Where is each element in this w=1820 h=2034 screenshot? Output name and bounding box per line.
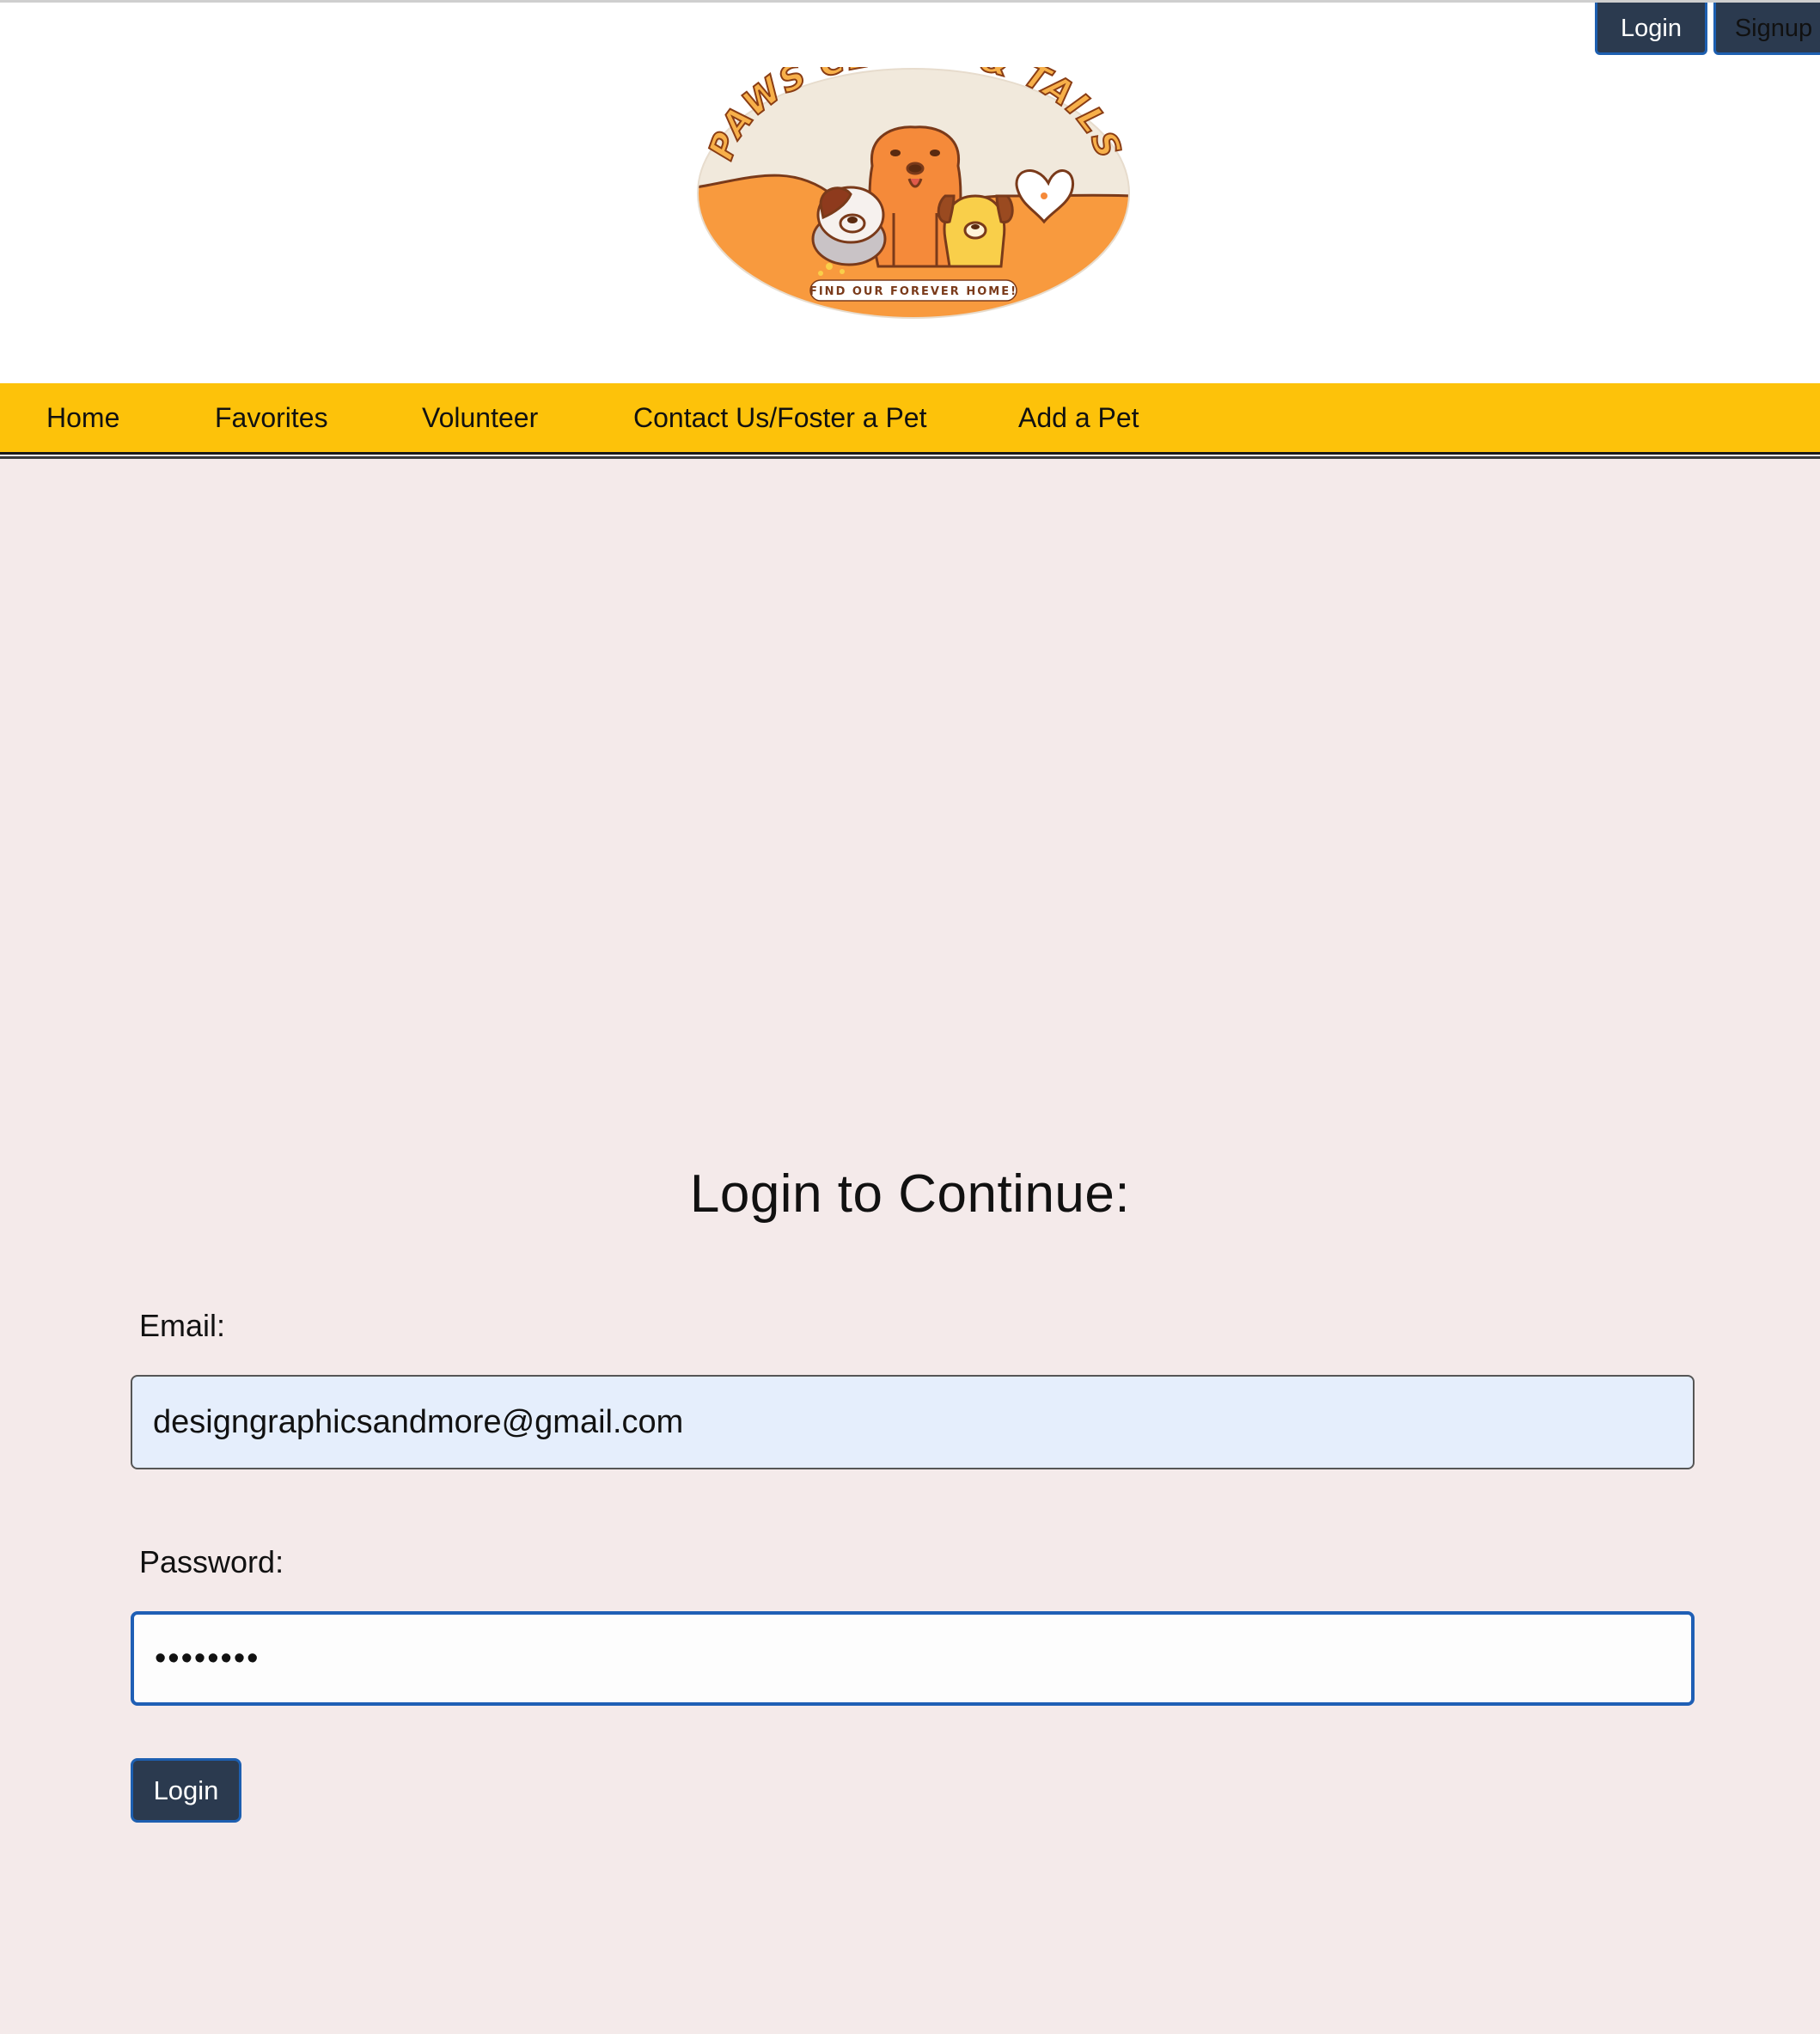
login-submit-button[interactable]: Login	[131, 1758, 241, 1823]
logo-tagline: FIND OUR FOREVER HOME!	[809, 285, 1017, 298]
main-nav: Home Favorites Volunteer Contact Us/Fost…	[0, 383, 1820, 455]
nav-item-home[interactable]: Home	[46, 383, 119, 452]
nav-item-volunteer[interactable]: Volunteer	[422, 383, 538, 452]
nav-item-contact-foster[interactable]: Contact Us/Foster a Pet	[633, 383, 926, 452]
nav-item-favorites[interactable]: Favorites	[215, 383, 328, 452]
paws-claws-tails-logo: PAWS CLAWS & TAILS	[697, 67, 1130, 319]
header-signup-button[interactable]: Signup	[1713, 3, 1820, 55]
password-field[interactable]	[131, 1611, 1695, 1706]
login-title: Login to Continue:	[689, 1164, 1131, 1224]
email-field[interactable]	[131, 1375, 1695, 1469]
login-section: Login to Continue: Email: Password: Logi…	[0, 459, 1820, 2034]
nav-item-add-pet[interactable]: Add a Pet	[1018, 383, 1139, 452]
password-label: Password:	[139, 1544, 284, 1579]
header-login-button[interactable]: Login	[1595, 3, 1707, 55]
site-header: Login Signup PAWS CLAWS & TAILS	[0, 3, 1820, 383]
email-label: Email:	[139, 1308, 226, 1343]
